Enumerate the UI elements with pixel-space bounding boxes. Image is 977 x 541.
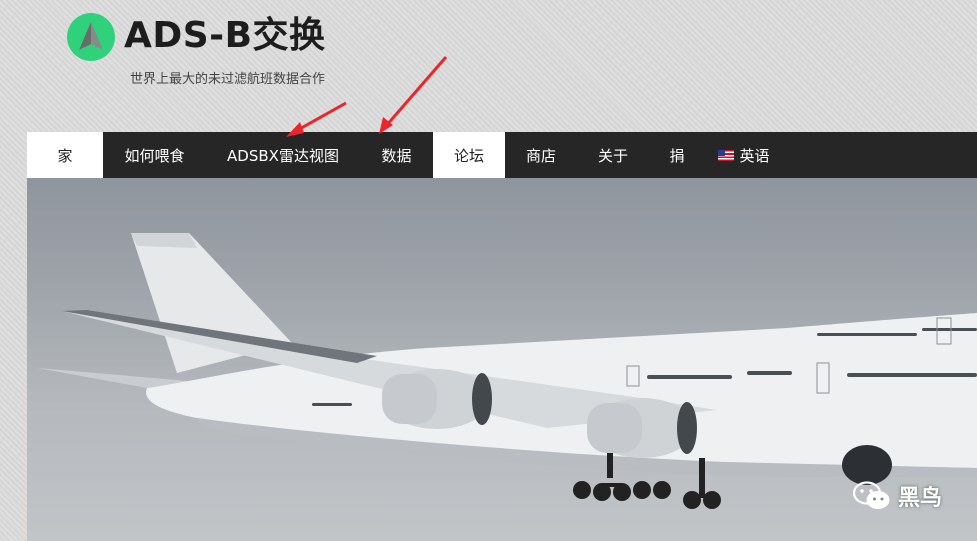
nav-item-label: 商店 bbox=[525, 146, 556, 165]
nav-item-home[interactable]: 家 bbox=[27, 132, 103, 178]
site-logo-icon[interactable] bbox=[67, 13, 115, 61]
wechat-icon bbox=[852, 481, 890, 509]
nav-item-forum[interactable]: 论坛 bbox=[433, 132, 505, 178]
watermark: 黑鸟 bbox=[852, 480, 942, 512]
site-tagline: 世界上最大的未过滤航班数据合作 bbox=[130, 72, 326, 87]
nav-item-donate[interactable]: 捐 bbox=[649, 132, 705, 178]
nav-item-language[interactable]: 英语 bbox=[705, 132, 783, 178]
main-nav: 家 如何喂食 ADSBX雷达视图 数据 论坛 商店 关于 捐 英语 bbox=[27, 132, 977, 178]
airplane-illustration bbox=[37, 233, 977, 509]
nav-item-label: 捐 bbox=[669, 146, 685, 165]
nav-item-how-to-feed[interactable]: 如何喂食 bbox=[103, 132, 206, 178]
nav-item-label: 论坛 bbox=[453, 146, 484, 165]
nav-item-label: ADSBX雷达视图 bbox=[227, 146, 339, 165]
us-flag-icon bbox=[718, 149, 735, 161]
site-title[interactable]: ADS-B交换 bbox=[124, 12, 326, 60]
nav-item-about[interactable]: 关于 bbox=[577, 132, 649, 178]
nav-item-radar-view[interactable]: ADSBX雷达视图 bbox=[206, 132, 360, 178]
nav-item-label: 英语 bbox=[739, 146, 770, 165]
hero-image bbox=[27, 178, 977, 541]
nav-item-store[interactable]: 商店 bbox=[505, 132, 577, 178]
nav-item-label: 数据 bbox=[381, 146, 412, 165]
nav-item-data[interactable]: 数据 bbox=[360, 132, 433, 178]
watermark-text: 黑鸟 bbox=[898, 486, 943, 511]
nav-item-label: 如何喂食 bbox=[124, 146, 185, 165]
nav-item-label: 家 bbox=[57, 146, 73, 165]
nav-item-label: 关于 bbox=[597, 146, 628, 165]
